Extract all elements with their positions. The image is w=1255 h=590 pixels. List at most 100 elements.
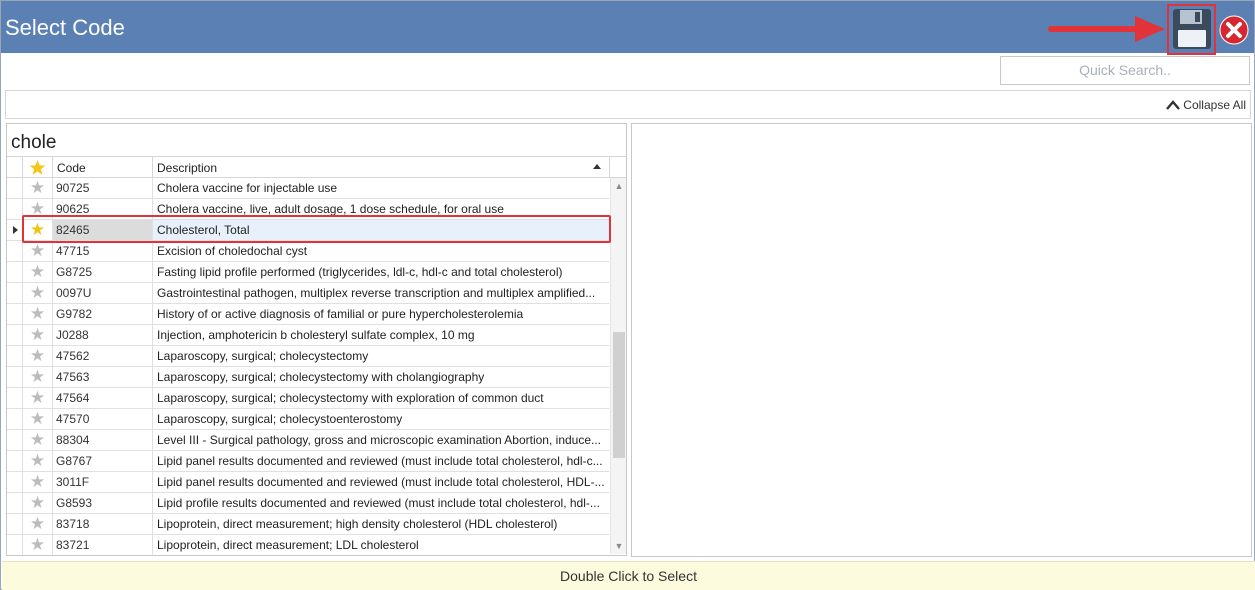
code-cell: 47715 [53,241,153,261]
description-cell: Lipoprotein, direct measurement; LDL cho… [157,538,419,552]
code-cell: 88304 [53,430,153,450]
row-indicator-header [7,157,23,178]
table-row[interactable]: ★ 83718 Lipoprotein, direct measurement; h… [7,514,609,535]
row-indicator [7,199,23,219]
description-header-label: Description [157,161,218,175]
star-icon[interactable]: ★ [23,409,53,429]
scroll-down-icon[interactable]: ▼ [614,541,624,551]
quick-search-input[interactable]: Quick Search.. [1000,56,1250,85]
table-row[interactable]: ★ 47715 Excision of choledochal cyst [7,241,609,262]
table-row[interactable]: ★ G8725 Fasting lipid profile performed (t… [7,262,609,283]
row-indicator [7,304,23,324]
star-icon[interactable]: ★ [23,472,53,492]
code-cell: 90725 [53,178,153,198]
star-icon[interactable]: ★ [23,514,53,534]
code-cell: 47570 [53,409,153,429]
code-cell: 47562 [53,346,153,366]
row-indicator [7,514,23,534]
table-row[interactable]: ★ G8767 Lipid panel results documented and… [7,451,609,472]
description-cell: Cholera vaccine for injectable use [157,181,338,195]
table-row[interactable]: ★ 47563 Laparoscopy, surgical; cholecystec… [7,367,609,388]
description-cell: Lipoprotein, direct measurement; high de… [157,517,558,531]
annotation-arrow-icon [1048,16,1165,42]
code-cell: 47563 [53,367,153,387]
favorite-column-header[interactable] [23,157,53,178]
table-row[interactable]: ★ 47562 Laparoscopy, surgical; cholecystec… [7,346,609,367]
row-indicator [7,178,23,198]
star-icon[interactable]: ★ [23,493,53,513]
description-cell: Lipid panel results documented and revie… [157,475,605,489]
star-icon[interactable]: ★ [23,241,53,261]
code-cell: 3011F [53,472,153,492]
row-indicator [7,472,23,492]
code-cell: J0288 [53,325,153,345]
star-icon[interactable]: ★ [23,304,53,324]
star-icon [29,160,46,175]
collapse-all-label: Collapse All [1183,98,1246,112]
description-cell: Laparoscopy, surgical; cholecystectomy [157,349,369,363]
description-cell: Laparoscopy, surgical; cholecystectomy w… [157,391,544,405]
table-row[interactable]: ★ G9782 History of or active diagnosis of … [7,304,609,325]
group-title: chole [11,132,57,153]
row-indicator [7,262,23,282]
table-row[interactable]: ★ 90625 Cholera vaccine, live, adult dosag… [7,199,609,220]
row-indicator [7,367,23,387]
table-row[interactable]: ★ 82465 Cholesterol, Total [7,220,609,241]
row-indicator [7,346,23,366]
description-cell: Lipid profile results documented and rev… [157,496,600,510]
star-icon[interactable]: ★ [23,388,53,408]
table-row[interactable]: ★ 88304 Level III - Surgical pathology, gr… [7,430,609,451]
description-cell: History of or active diagnosis of famili… [157,307,524,321]
description-cell: Laparoscopy, surgical; cholecystectomy w… [157,370,485,384]
table-row[interactable]: ★ 47570 Laparoscopy, surgical; cholecystoe… [7,409,609,430]
code-results-panel: chole Code Description ★ 90725 Cholera vac… [6,123,627,556]
footer-hint: Double Click to Select [2,561,1255,590]
table-row[interactable]: ★ 3011F Lipid panel results documented and… [7,472,609,493]
star-icon[interactable]: ★ [23,178,53,198]
code-cell: 82465 [53,220,153,240]
table-row[interactable]: ★ 0097U Gastrointestinal pathogen, multipl… [7,283,609,304]
code-cell: G8593 [53,493,153,513]
code-cell: 83721 [53,535,153,555]
row-indicator [7,241,23,261]
code-column-header[interactable]: Code [53,157,153,178]
vertical-scrollbar[interactable]: ▲ ▼ [610,178,626,554]
code-cell: G8767 [53,451,153,471]
star-icon[interactable]: ★ [23,535,53,555]
row-indicator [7,430,23,450]
code-cell: 83718 [53,514,153,534]
favorite-star-icon[interactable]: ★ [23,220,53,240]
sort-ascending-icon [593,164,601,169]
collapse-all-button[interactable]: Collapse All [1165,98,1246,112]
table-row[interactable]: ★ 83721 Lipoprotein, direct measurement; L… [7,535,609,555]
star-icon[interactable]: ★ [23,325,53,345]
description-cell: Level III - Surgical pathology, gross an… [157,433,602,447]
description-cell: Fasting lipid profile performed (triglyc… [157,265,563,279]
scroll-thumb[interactable] [613,332,625,458]
description-cell: Laparoscopy, surgical; cholecystoenteros… [157,412,403,426]
table-row[interactable]: ★ 47564 Laparoscopy, surgical; cholecystec… [7,388,609,409]
grid-header: Code Description [7,157,626,178]
select-code-dialog: Select Code Quick Search.. Collapse All … [0,0,1255,590]
table-row[interactable]: ★ 90725 Cholera vaccine for injectable use [7,178,609,199]
row-indicator [7,493,23,513]
table-row[interactable]: ★ J0288 Injection, amphotericin b choleste… [7,325,609,346]
detail-panel [631,123,1252,557]
row-indicator [7,535,23,555]
star-icon[interactable]: ★ [23,283,53,303]
star-icon[interactable]: ★ [23,367,53,387]
star-icon[interactable]: ★ [23,199,53,219]
star-icon[interactable]: ★ [23,262,53,282]
chevron-up-icon [1166,100,1181,110]
description-column-header[interactable]: Description [153,157,610,178]
table-row[interactable]: ★ G8593 Lipid profile results documented a… [7,493,609,514]
row-indicator [7,409,23,429]
star-icon[interactable]: ★ [23,451,53,471]
row-indicator [7,388,23,408]
current-row-marker-icon [13,226,18,234]
scroll-up-icon[interactable]: ▲ [614,181,624,191]
save-icon[interactable] [1172,8,1212,50]
star-icon[interactable]: ★ [23,430,53,450]
close-icon[interactable] [1219,15,1249,45]
star-icon[interactable]: ★ [23,346,53,366]
